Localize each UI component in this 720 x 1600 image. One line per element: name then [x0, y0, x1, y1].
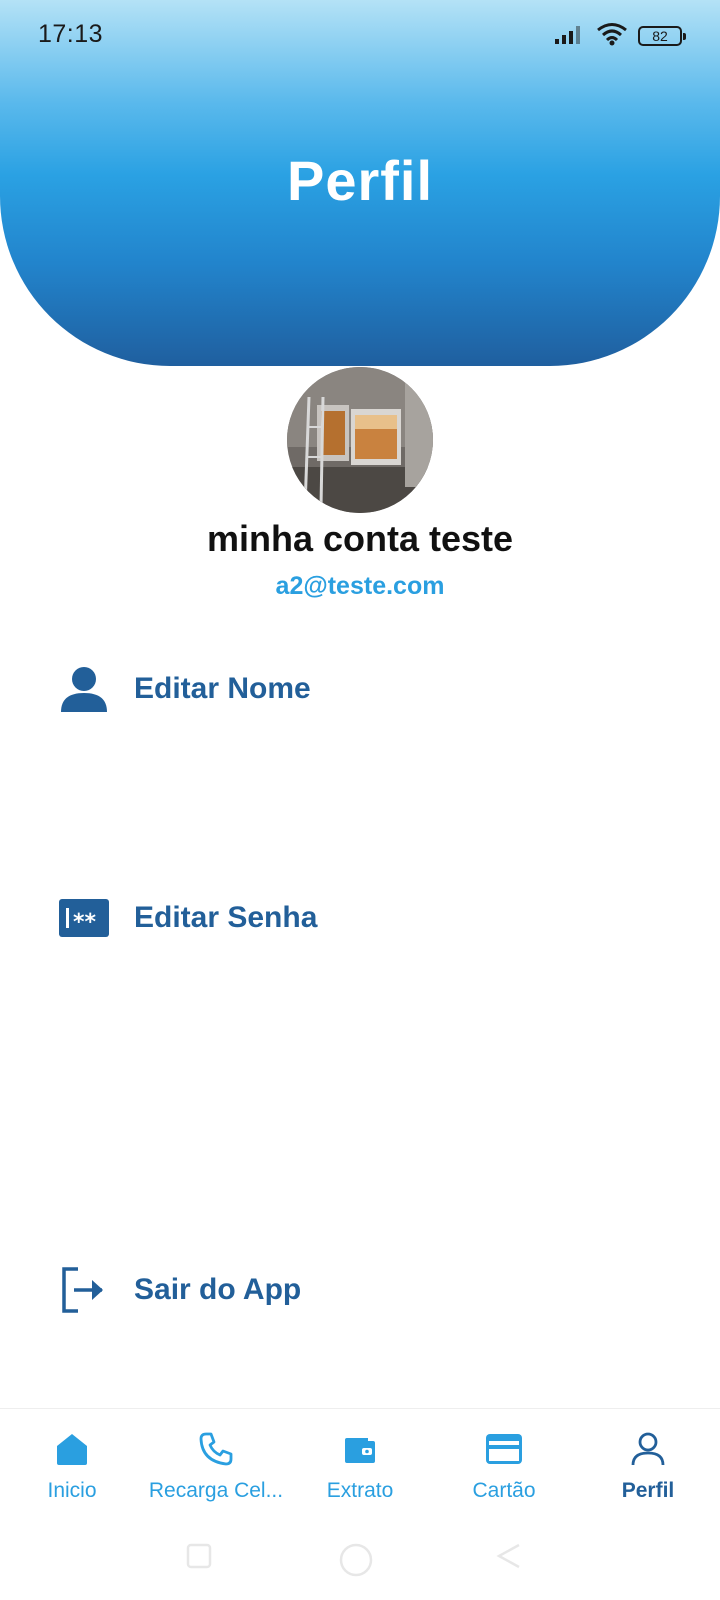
avatar[interactable]: [287, 367, 433, 513]
profile-email: a2@teste.com: [275, 572, 445, 600]
status-icons: 82: [554, 20, 686, 52]
back-button[interactable]: [495, 1542, 523, 1575]
nav-item-cartao[interactable]: Cartão: [432, 1409, 576, 1523]
nav-label-extrato: Extrato: [326, 1479, 394, 1502]
card-icon: [484, 1429, 524, 1469]
nav-label-cartao: Cartão: [472, 1479, 536, 1502]
wallet-icon: [340, 1429, 380, 1469]
page-title: Perfil: [286, 149, 434, 212]
logout-button[interactable]: Sair do App: [54, 1260, 301, 1320]
home-icon: [52, 1429, 92, 1469]
signal-icon: [554, 23, 586, 50]
nav-item-extrato[interactable]: Extrato: [288, 1409, 432, 1523]
edit-name-label: Editar Nome: [134, 672, 311, 705]
nav-item-recarga[interactable]: Recarga Cel...: [144, 1409, 288, 1523]
system-nav-bar: [0, 1522, 720, 1600]
person-icon: [628, 1429, 668, 1469]
nav-item-perfil[interactable]: Perfil: [576, 1409, 720, 1523]
logout-label: Sair do App: [134, 1273, 302, 1306]
battery-icon: 82: [638, 26, 686, 46]
nav-item-inicio[interactable]: Inicio: [0, 1409, 144, 1523]
recents-button[interactable]: [185, 1542, 213, 1575]
status-bar: 17:13 82: [0, 0, 720, 74]
edit-password-button[interactable]: ** Editar Senha: [54, 888, 317, 948]
nav-label-inicio: Inicio: [47, 1479, 97, 1502]
header: 17:13 82 Perfil: [0, 0, 720, 366]
logout-icon: [54, 1260, 114, 1320]
status-time: 17:13: [38, 20, 104, 48]
edit-password-label: Editar Senha: [134, 901, 318, 934]
bottom-nav: Inicio Recarga Cel... Extrato Cartão Per…: [0, 1408, 720, 1523]
profile-name: minha conta teste: [206, 518, 514, 559]
phone-icon: [196, 1429, 236, 1469]
battery-level: 82: [652, 28, 668, 44]
profile-screen: 17:13 82 Perfil minha conta teste a2@tes…: [0, 0, 720, 1600]
wifi-icon: [596, 22, 628, 51]
home-button[interactable]: [338, 1542, 374, 1583]
nav-label-recarga: Recarga Cel...: [148, 1479, 284, 1502]
password-icon: **: [54, 888, 114, 948]
edit-name-button[interactable]: Editar Nome: [54, 659, 311, 719]
nav-label-perfil: Perfil: [621, 1479, 675, 1502]
person-icon: [54, 659, 114, 719]
svg-text:**: **: [73, 910, 97, 935]
